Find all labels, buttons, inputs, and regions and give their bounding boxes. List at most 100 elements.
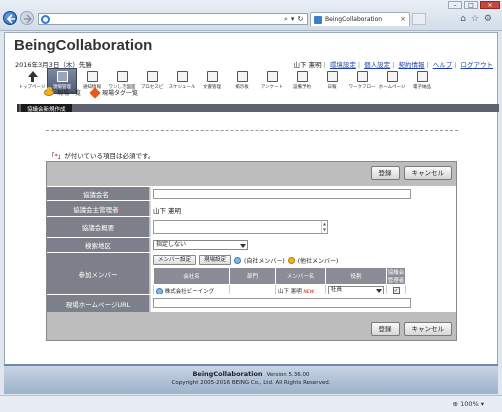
tab-title: BeingCollaboration bbox=[325, 16, 383, 23]
board-icon bbox=[236, 71, 248, 82]
home-icon[interactable]: ⌂ bbox=[460, 14, 471, 24]
tab-favicon-icon bbox=[314, 16, 322, 24]
member-controls: メンバー設定 現場設定 (自社メンバー) (他社メンバー) bbox=[153, 255, 338, 265]
delivery-icon bbox=[416, 71, 428, 82]
zoom-level[interactable]: ⊕ 100% ▾ bbox=[453, 400, 484, 408]
ie-logo-icon bbox=[41, 15, 50, 24]
row-council-name: 協議会名 * bbox=[47, 186, 456, 200]
register-button-top[interactable]: 登録 bbox=[370, 166, 400, 180]
section-title: 協議会新規作成 bbox=[21, 104, 72, 113]
toolbar-item-11[interactable]: ワークフロー bbox=[347, 68, 377, 94]
reservation-icon bbox=[296, 71, 308, 82]
zoom-icon: ⊕ bbox=[452, 400, 458, 408]
favorites-star-icon[interactable]: ☆ bbox=[471, 14, 484, 24]
council-admin-label: 協議会主管理者 bbox=[73, 205, 119, 214]
search-icon[interactable]: ⌕ bbox=[284, 15, 291, 23]
minimize-button[interactable]: – bbox=[448, 1, 462, 9]
homepage-icon bbox=[386, 71, 398, 82]
workflow-icon bbox=[356, 71, 368, 82]
toolbar-item-6[interactable]: 文書管理 bbox=[197, 68, 227, 94]
browser-tab[interactable]: BeingCollaboration × bbox=[310, 12, 410, 26]
council-name-input[interactable] bbox=[153, 189, 411, 199]
chevron-down-icon bbox=[376, 289, 382, 293]
footer-version: Version 5.36.00 bbox=[266, 372, 310, 378]
toolbar-item-12[interactable]: ホームページ bbox=[377, 68, 407, 94]
site-tag-list-link[interactable]: 現場タグ一覧 bbox=[89, 86, 138, 99]
row-council-summary: 協議会概要 ▲ ▼ bbox=[47, 216, 456, 237]
legend-other: (他社メンバー) bbox=[297, 257, 339, 265]
refresh-icon[interactable]: ↻ bbox=[297, 15, 306, 23]
survey-icon bbox=[266, 71, 278, 82]
row-council-admin: 協議会主管理者 * 山下 憲明 bbox=[47, 200, 456, 216]
col-member: メンバー名 bbox=[275, 267, 326, 285]
address-bar[interactable] bbox=[38, 13, 308, 25]
address-actions: ⌕▾↻ bbox=[284, 15, 306, 24]
bottom-button-row: 登録 キャンセル bbox=[370, 322, 452, 336]
toolbar-item-label: プロセスビ bbox=[140, 85, 164, 90]
tab-close-icon[interactable]: × bbox=[400, 15, 406, 23]
homepage-url-label: 現場ホームページURL bbox=[65, 300, 131, 309]
toolbar-item-10[interactable]: 日報 bbox=[317, 68, 347, 94]
toolbar-item-label: トップページ bbox=[18, 85, 46, 90]
toolbar-item-9[interactable]: 設備予約 bbox=[287, 68, 317, 94]
council-admin-value: 山下 憲明 bbox=[153, 207, 182, 215]
section-header: 協議会新規作成 bbox=[17, 104, 499, 113]
council-summary-textarea[interactable]: ▲ ▼ bbox=[153, 220, 328, 234]
members-label: 参加メンバー bbox=[78, 270, 118, 279]
council-name-label: 協議会名 bbox=[82, 190, 109, 199]
footer-copyright: Copyright 2005-2016 BEING Co., Ltd. All … bbox=[171, 380, 331, 386]
back-button[interactable] bbox=[3, 11, 17, 25]
browser-chrome: – □ ✕ ⌕▾↻ BeingCollaboration × ⌂☆⚙ bbox=[0, 0, 502, 31]
col-dept: 部門 bbox=[229, 267, 276, 285]
folder-icon bbox=[206, 71, 218, 82]
member-settings-button[interactable]: メンバー設定 bbox=[153, 255, 197, 265]
close-window-button[interactable]: ✕ bbox=[480, 1, 500, 9]
toolbar-item-0[interactable]: トップページ bbox=[17, 68, 47, 94]
settings-gear-icon[interactable]: ⚙ bbox=[484, 14, 497, 24]
toolbar-item-label: 設備予約 bbox=[293, 85, 311, 90]
region-select[interactable]: 指定しない bbox=[153, 240, 248, 250]
toolbar-item-label: 電子納品 bbox=[413, 85, 431, 90]
toolbar-item-4[interactable]: プロセスビ bbox=[137, 68, 167, 94]
new-tab-button[interactable] bbox=[412, 13, 426, 25]
toolbar-item-7[interactable]: 掲示板 bbox=[227, 68, 257, 94]
cancel-button-top[interactable]: キャンセル bbox=[403, 166, 452, 180]
toolbar-item-label: アンケート bbox=[260, 85, 284, 90]
top-button-row: 登録 キャンセル bbox=[370, 166, 452, 180]
textarea-scrollbar[interactable]: ▲ ▼ bbox=[321, 221, 327, 233]
report-icon bbox=[326, 71, 338, 82]
col-council-admin: 協議会管理者 bbox=[386, 267, 406, 285]
link-logout[interactable]: ログアウト bbox=[461, 61, 494, 69]
council-summary-label: 協議会概要 bbox=[81, 224, 115, 232]
col-company: 会社名 bbox=[153, 267, 230, 285]
register-button-bottom[interactable]: 登録 bbox=[370, 322, 400, 336]
council-form: 登録 キャンセル 協議会名 * 協議会主管理者 * 山下 憲明 協議会概要 ▲ ▼ 検… bbox=[46, 161, 457, 341]
mail-icon bbox=[86, 71, 98, 82]
tag-icon bbox=[89, 86, 101, 99]
maximize-button[interactable]: □ bbox=[464, 1, 478, 9]
toolbar-item-label: ワークフロー bbox=[348, 85, 376, 90]
member-table: 会社名 部門 メンバー名 役割 協議会管理者 株式会社ビーイング 山下 憲明 N… bbox=[153, 267, 406, 297]
legend-own: (自社メンバー) bbox=[244, 257, 285, 265]
other-member-icon bbox=[287, 256, 295, 264]
required-note: 「*」が付いている項目は必須です。 bbox=[48, 152, 155, 160]
cancel-button-bottom[interactable]: キャンセル bbox=[403, 322, 452, 336]
toolbar-item-label: ホームページ bbox=[378, 85, 406, 90]
brand-title[interactable]: BeingCollaboration bbox=[14, 37, 152, 54]
forward-button[interactable] bbox=[20, 11, 34, 25]
toolbar-item-5[interactable]: スケジュール bbox=[167, 68, 197, 94]
row-homepage-url: 現場ホームページURL bbox=[47, 294, 456, 312]
window-controls: – □ ✕ bbox=[448, 1, 500, 9]
site-list-link[interactable]: 現場一覧 bbox=[44, 87, 81, 97]
council-admin-checkbox[interactable]: ✓ bbox=[392, 287, 400, 294]
browser-tools: ⌂☆⚙ bbox=[460, 14, 497, 24]
home-arrow-icon bbox=[27, 71, 38, 82]
divider bbox=[46, 130, 458, 131]
toolbar-item-13[interactable]: 電子納品 bbox=[407, 68, 437, 94]
page-footer: BeingCollaboration Version 5.36.00 Copyri… bbox=[4, 364, 498, 394]
site-settings-button[interactable]: 現場設定 bbox=[199, 255, 232, 265]
back-arrow-icon bbox=[6, 14, 15, 24]
homepage-url-input[interactable] bbox=[153, 298, 411, 308]
row-members: 参加メンバー メンバー設定 現場設定 (自社メンバー) (他社メンバー) 会社名… bbox=[47, 252, 456, 297]
toolbar-item-8[interactable]: アンケート bbox=[257, 68, 287, 94]
